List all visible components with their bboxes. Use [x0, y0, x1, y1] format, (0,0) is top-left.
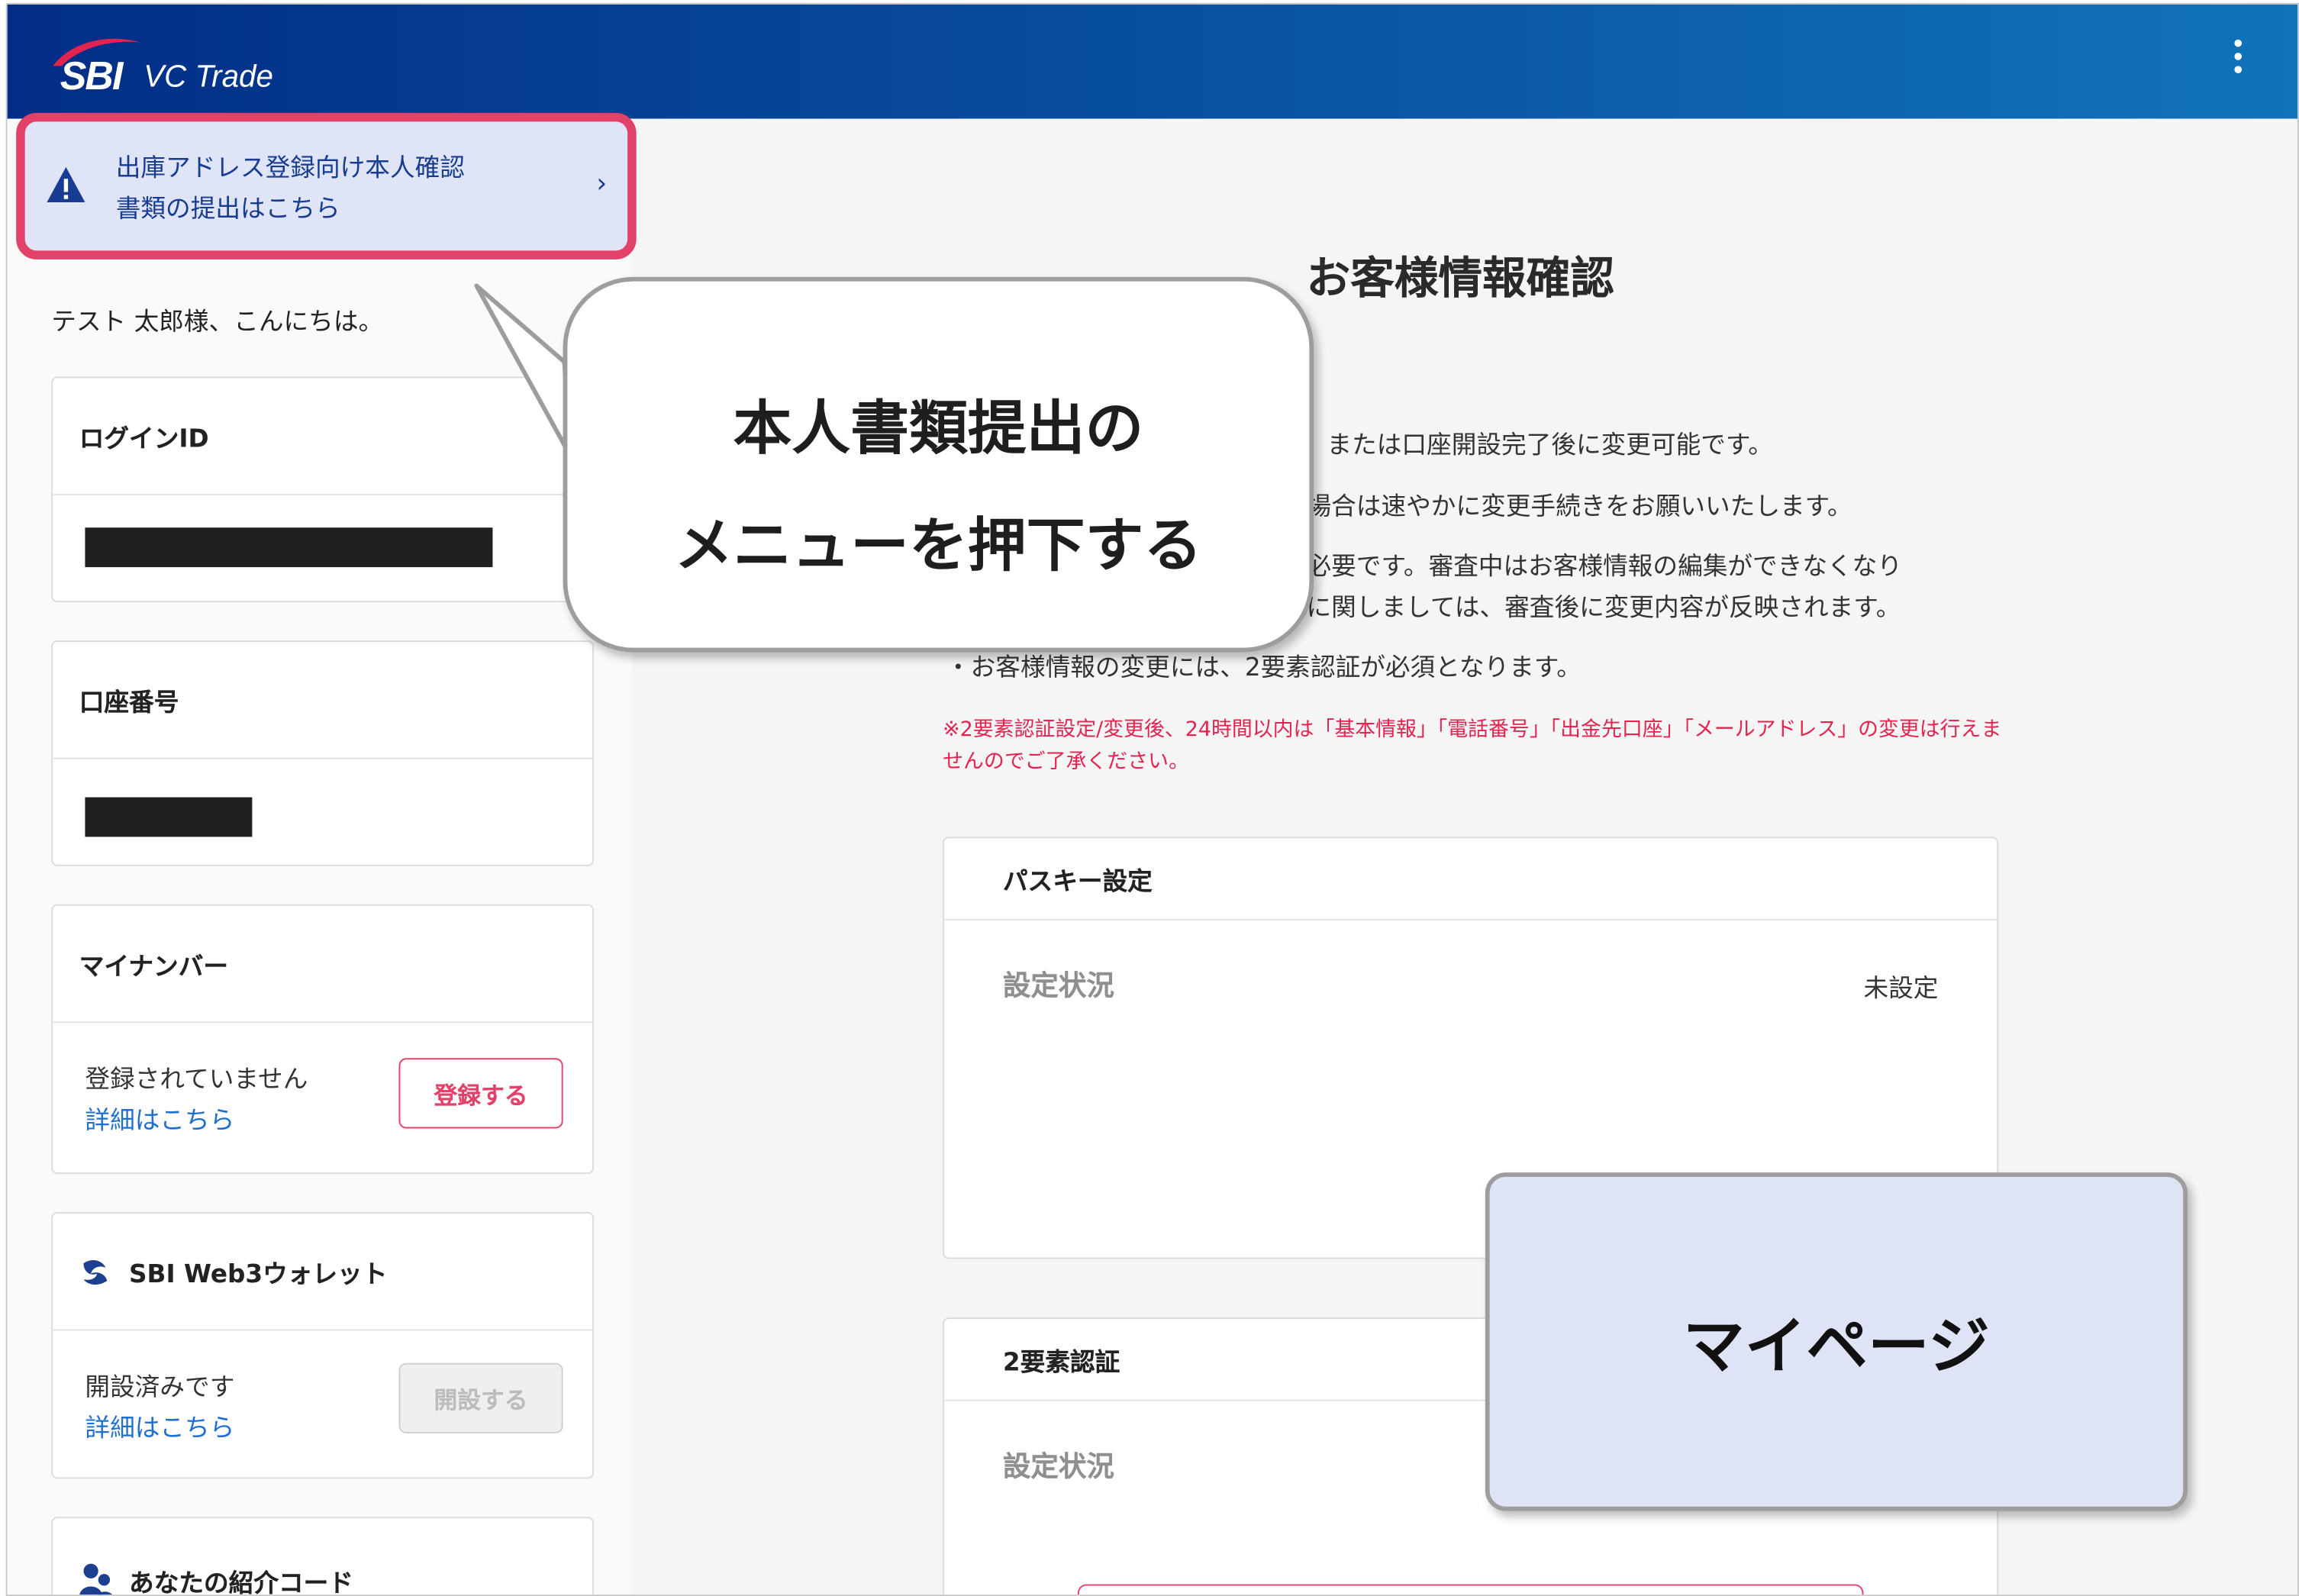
mypage-label: マイページ — [1683, 1310, 1990, 1382]
greeting-text: テスト 太郎様、こんにちは。 — [51, 308, 384, 337]
notice-text: 出庫アドレス登録向け本人確認 書類の提出はこちら — [116, 148, 465, 231]
passkey-status-label: 設定状況 — [1002, 970, 1114, 1003]
mynumber-title: マイナンバー — [53, 906, 593, 1024]
passkey-status-value: 未設定 — [1863, 974, 1939, 1004]
chevron-right-icon: › — [596, 168, 608, 200]
account-number-title: 口座番号 — [53, 642, 593, 759]
two-factor-status-label: 設定状況 — [1002, 1450, 1114, 1484]
web3-wallet-icon — [83, 1259, 108, 1285]
web3-wallet-details-link[interactable]: 詳細はこちら — [85, 1407, 234, 1443]
top-header: SBI VC Trade — [7, 4, 2298, 119]
note-line-1: または口座開設完了後に変更可能です。 — [1327, 430, 1773, 460]
referral-code-header: あなたの紹介コード — [53, 1518, 592, 1596]
passkey-title: パスキー設定 — [944, 838, 1998, 921]
page-title: お客様情報確認 — [1306, 253, 1614, 305]
web3-wallet-status: 開設済みです — [85, 1373, 235, 1403]
two-factor-action-button[interactable] — [1077, 1584, 1864, 1595]
mypage-label-box: マイページ — [1485, 1172, 2188, 1511]
account-number-card: 口座番号 — [51, 640, 594, 866]
callout-line-1: 本人書類提出の — [733, 395, 1144, 463]
instruction-callout: 本人書類提出の メニューを押下する — [563, 276, 1314, 653]
mynumber-register-button[interactable]: 登録する — [398, 1058, 563, 1129]
referral-code-title: あなたの紹介コード — [129, 1569, 353, 1596]
callout-line-2: メニューを押下する — [674, 513, 1203, 581]
notice-line-1: 出庫アドレス登録向け本人確認 — [115, 153, 465, 184]
web3-wallet-card: SBI Web3ウォレット 開設済みです 詳細はこちら 開設する — [51, 1211, 594, 1479]
warning-triangle-icon — [47, 166, 85, 202]
mynumber-details-link[interactable]: 詳細はこちら — [85, 1099, 234, 1136]
notice-line-2: 書類の提出はこちら — [115, 195, 340, 224]
note-line-2: 場合は速やかに変更手続きをお願いいたします。 — [1306, 492, 1852, 522]
two-factor-warning: ※2要素認証設定/変更後、24時間以内は「基本情報」「電話番号」「出金先口座」「… — [943, 717, 2002, 774]
app-window: SBI VC Trade テスト 太郎様、こんにちは。 ログインID 口座番号 … — [5, 2, 2299, 1596]
web3-wallet-title: SBI Web3ウォレット — [129, 1260, 388, 1290]
mynumber-status: 登録されていません — [85, 1065, 308, 1095]
kebab-menu-icon[interactable] — [2230, 39, 2245, 78]
id-document-notice-banner[interactable]: 出庫アドレス登録向け本人確認 書類の提出はこちら › — [16, 112, 637, 260]
logo-sbi-text: SBI — [60, 54, 124, 98]
account-number-redacted — [85, 797, 253, 837]
mynumber-card: マイナンバー 登録されていません 詳細はこちら 登録する — [51, 904, 594, 1175]
people-icon — [79, 1562, 113, 1595]
note-line-4: に関しましては、審査後に変更内容が反映されます。 — [1306, 593, 1901, 624]
login-id-redacted — [85, 527, 493, 568]
web3-wallet-header: SBI Web3ウォレット — [53, 1214, 593, 1331]
referral-code-card: あなたの紹介コード — [51, 1517, 594, 1596]
logo-vc-trade-text: VC Trade — [143, 60, 273, 94]
screenshot-stage: SBI VC Trade テスト 太郎様、こんにちは。 ログインID 口座番号 … — [0, 0, 2299, 1596]
note-line-3: 必要です。審査中はお客様情報の編集ができなくなり — [1306, 552, 1903, 582]
web3-wallet-open-button[interactable]: 開設する — [398, 1362, 563, 1433]
